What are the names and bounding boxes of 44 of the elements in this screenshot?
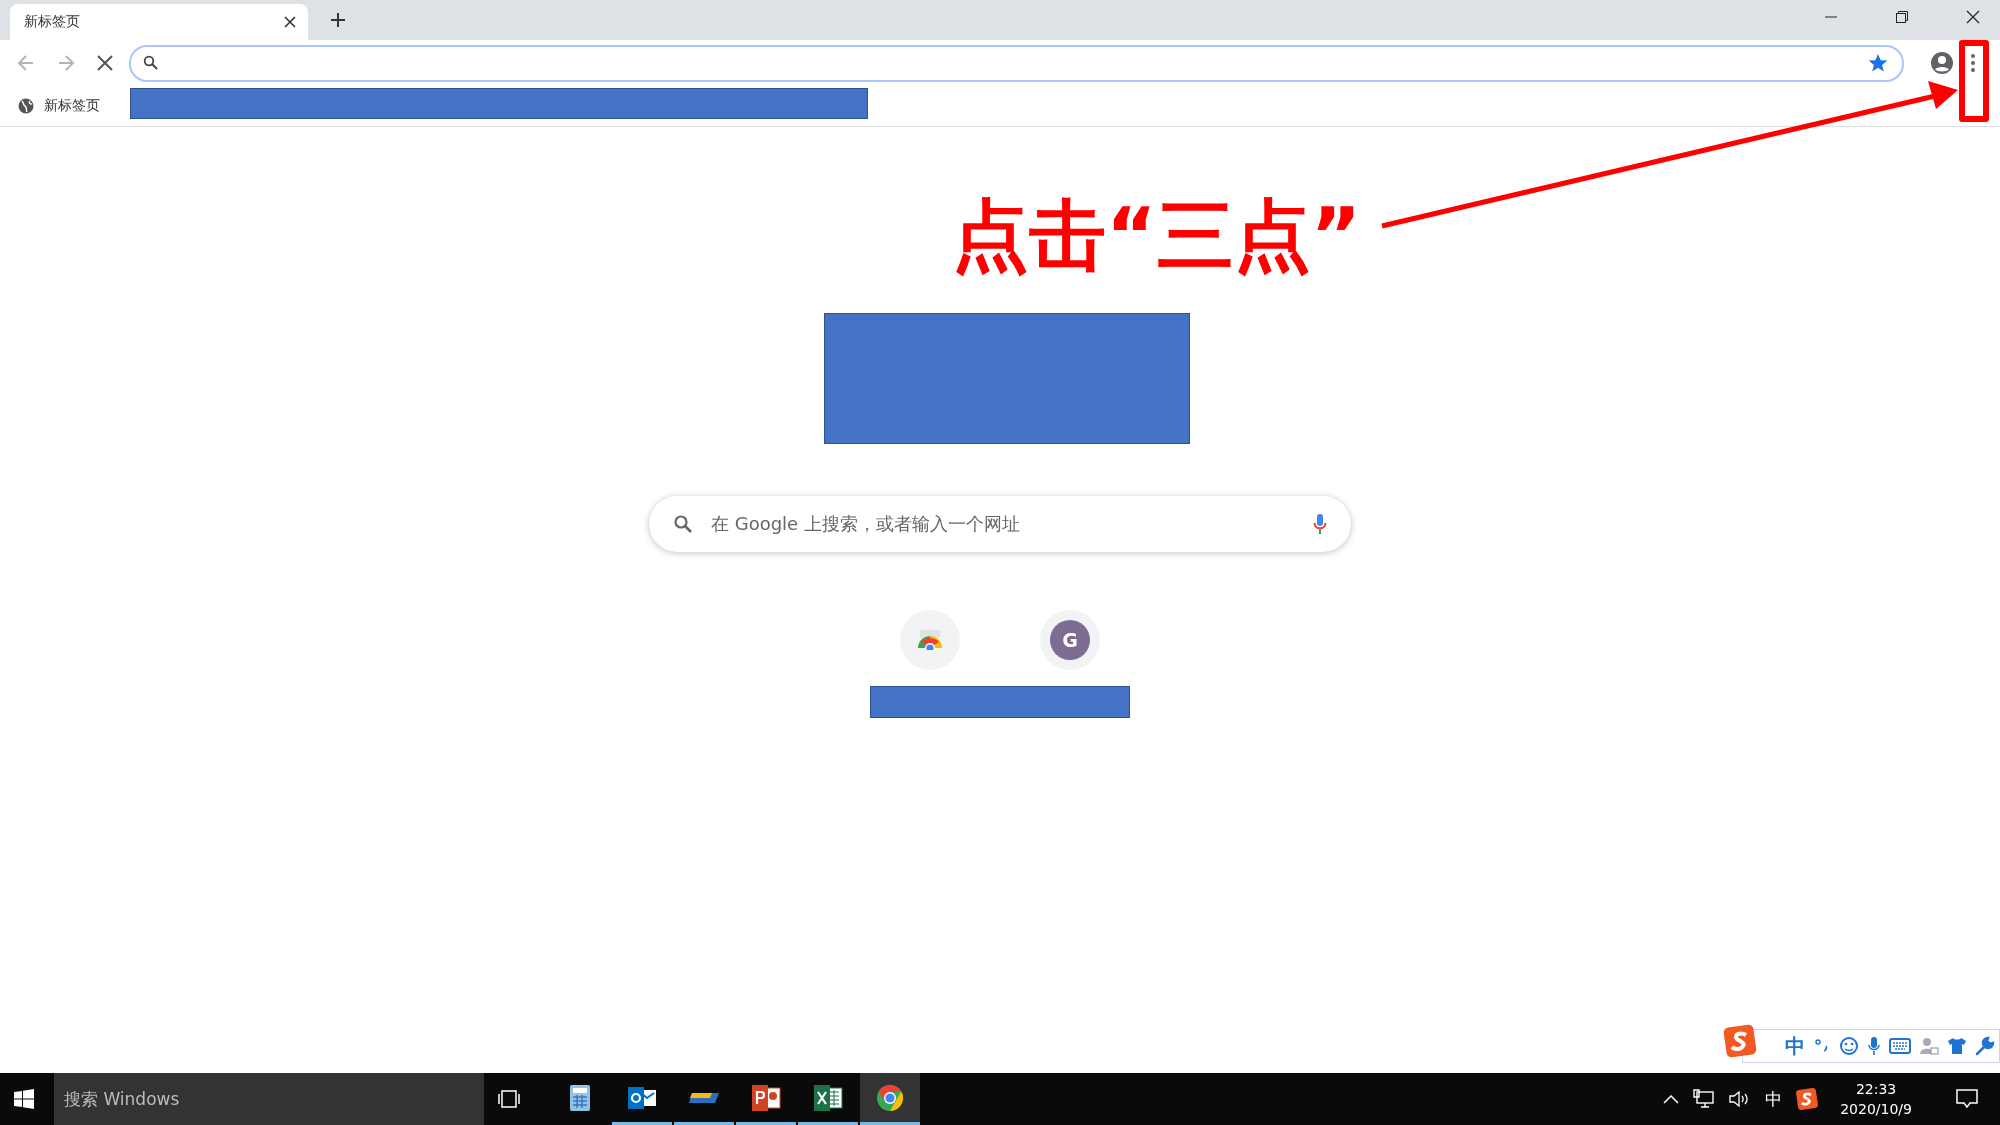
site-initial: G bbox=[1050, 620, 1090, 660]
shortcut-tile[interactable]: G bbox=[1040, 610, 1100, 670]
close-icon[interactable] bbox=[284, 16, 296, 28]
smiley-icon[interactable] bbox=[1839, 1036, 1859, 1056]
taskbar-app[interactable] bbox=[860, 1073, 920, 1125]
restore-icon[interactable] bbox=[1895, 10, 1909, 24]
microphone-icon[interactable] bbox=[1313, 513, 1327, 535]
search-icon bbox=[143, 55, 159, 71]
annotation-text: 点击“三点” bbox=[952, 190, 1362, 282]
clock-time: 22:33 bbox=[1855, 1080, 1897, 1099]
profile-icon[interactable] bbox=[1930, 51, 1954, 75]
presentation-app-icon bbox=[751, 1083, 781, 1112]
menu-icon[interactable] bbox=[1970, 53, 1976, 73]
chevron-up-icon[interactable] bbox=[1663, 1094, 1680, 1104]
sogou-logo-icon[interactable] bbox=[1796, 1088, 1819, 1110]
search-field[interactable]: 在 Google 上搜索，或者输入一个网址 bbox=[649, 496, 1351, 552]
browser-logo-icon bbox=[876, 1083, 904, 1112]
taskbar-search-field[interactable]: 搜索 Windows bbox=[54, 1073, 484, 1125]
search-icon bbox=[673, 514, 693, 534]
shirt-icon[interactable] bbox=[1947, 1037, 1967, 1055]
network-icon[interactable] bbox=[1693, 1089, 1716, 1109]
input-mode-toggle[interactable]: 中 bbox=[1785, 1032, 1805, 1060]
input-mode-indicator[interactable]: 中 bbox=[1765, 1087, 1783, 1111]
clock-date: 2020/10/9 bbox=[1840, 1100, 1912, 1119]
close-icon[interactable] bbox=[1966, 10, 1980, 24]
globe-icon bbox=[18, 98, 34, 114]
task-view-icon[interactable] bbox=[498, 1090, 520, 1108]
bookmark-item[interactable]: 新标签页 bbox=[18, 97, 100, 115]
keyboard-icon[interactable] bbox=[1889, 1038, 1911, 1054]
browser-logo-icon bbox=[916, 630, 944, 650]
stop-icon[interactable] bbox=[97, 55, 113, 71]
browser-tab[interactable]: 新标签页 bbox=[10, 4, 308, 40]
calculator-icon bbox=[569, 1083, 591, 1112]
plus-icon[interactable] bbox=[330, 12, 346, 28]
mail-app-icon bbox=[627, 1084, 657, 1111]
start-icon[interactable] bbox=[14, 1089, 34, 1109]
star-icon[interactable] bbox=[1868, 53, 1888, 73]
wrench-icon[interactable] bbox=[1975, 1036, 1995, 1056]
spreadsheet-app-icon bbox=[813, 1083, 843, 1112]
microphone-icon[interactable] bbox=[1867, 1036, 1881, 1056]
search-placeholder: 搜索 Windows bbox=[64, 1087, 180, 1111]
search-placeholder: 在 Google 上搜索，或者输入一个网址 bbox=[711, 512, 1021, 536]
clock[interactable]: 22:33 2020/10/9 bbox=[1840, 1079, 1912, 1119]
notification-icon[interactable] bbox=[1956, 1089, 1978, 1109]
